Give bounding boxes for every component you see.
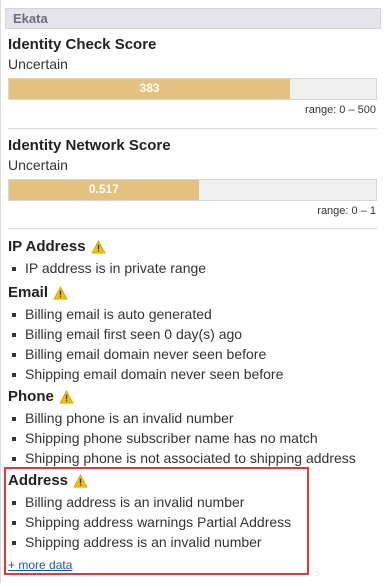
list-item: Shipping address is an invalid number	[8, 532, 378, 552]
list-item: Billing email is auto generated	[8, 304, 378, 324]
warning-icon	[59, 390, 74, 404]
phone-section: Phone Billing phone is an invalid number…	[8, 388, 378, 468]
address-section-header: Address	[8, 472, 378, 490]
phone-title: Phone	[8, 388, 54, 405]
email-list: Billing email is auto generated Billing …	[8, 304, 378, 384]
ip-address-title: IP Address	[8, 238, 86, 255]
phone-section-header: Phone	[8, 388, 378, 406]
identity-network-score-range: range: 0 – 1	[317, 205, 376, 217]
list-item: Billing phone is an invalid number	[8, 408, 378, 428]
list-item: Billing address is an invalid number	[8, 492, 378, 512]
ekata-panel: Ekata Identity Check Score Uncertain 383…	[0, 0, 384, 583]
identity-network-score-title: Identity Network Score	[8, 137, 171, 154]
warning-icon	[90, 240, 106, 254]
identity-check-score-title: Identity Check Score	[8, 36, 157, 53]
identity-network-score-status: Uncertain	[8, 157, 68, 173]
identity-network-score-bar: 0.517	[8, 179, 377, 201]
list-item: Billing email first seen 0 day(s) ago	[8, 324, 378, 344]
list-item: Billing email domain never seen before	[8, 344, 378, 364]
warning-icon	[73, 474, 88, 488]
email-section: Email Billing email is auto generated Bi…	[8, 284, 378, 384]
list-item: Shipping address warnings Partial Addres…	[8, 512, 378, 532]
identity-network-score-value: 0.517	[88, 182, 119, 196]
ip-address-section-header: IP Address	[8, 238, 378, 256]
ip-address-list: IP address is in private range	[8, 258, 378, 278]
identity-check-score-status: Uncertain	[8, 56, 68, 72]
address-list: Billing address is an invalid number Shi…	[8, 492, 378, 552]
identity-check-score-range: range: 0 – 500	[305, 104, 376, 116]
list-item: IP address is in private range	[8, 258, 378, 278]
divider	[8, 128, 377, 129]
warning-icon	[53, 286, 68, 300]
address-section: Address Billing address is an invalid nu…	[8, 472, 378, 574]
divider	[8, 228, 377, 229]
identity-network-score-block: Identity Network Score Uncertain 0.517 r…	[8, 137, 378, 217]
more-data-link[interactable]: + more data	[8, 558, 72, 572]
list-item: Shipping email domain never seen before	[8, 364, 378, 384]
email-title: Email	[8, 284, 49, 301]
panel-header: Ekata	[5, 8, 381, 29]
email-section-header: Email	[8, 284, 378, 302]
identity-check-score-bar: 383	[8, 78, 377, 100]
ip-address-section: IP Address IP address is in private rang…	[8, 238, 378, 278]
phone-list: Billing phone is an invalid number Shipp…	[8, 408, 378, 468]
address-title: Address	[8, 472, 69, 489]
identity-check-score-block: Identity Check Score Uncertain 383 range…	[8, 36, 378, 116]
panel-header-title: Ekata	[13, 11, 48, 26]
list-item: Shipping phone subscriber name has no ma…	[8, 428, 378, 448]
list-item: Shipping phone is not associated to ship…	[8, 448, 378, 468]
identity-check-score-value: 383	[139, 81, 160, 95]
